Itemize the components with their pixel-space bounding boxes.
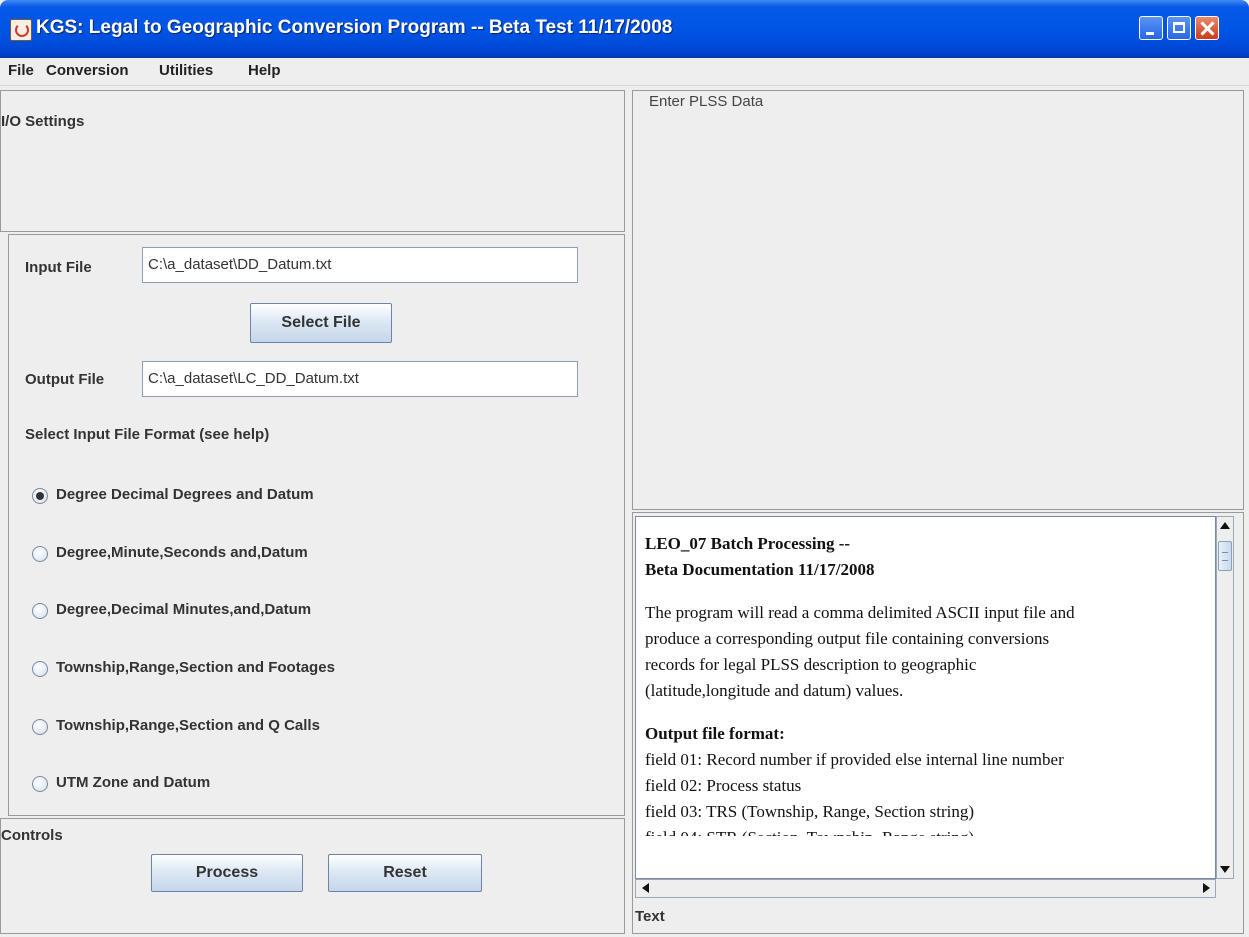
title-bar[interactable]: KGS: Legal to Geographic Conversion Prog… [0, 0, 1249, 58]
scroll-down-arrow-icon[interactable] [1217, 860, 1233, 878]
format-heading: Select Input File Format (see help) [25, 426, 270, 443]
doc-paragraph-line: The program will read a comma delimited … [645, 603, 1075, 622]
doc-field-line: field 04: STR (Section, Township, Range … [645, 825, 1215, 836]
doc-field-line: field 01: Record number if provided else… [645, 750, 1064, 769]
format-option-label: Degree Decimal Degrees and Datum [56, 486, 314, 503]
reset-button[interactable]: Reset [328, 854, 482, 892]
controls-panel: Controls [0, 818, 625, 934]
horizontal-scrollbar[interactable] [635, 879, 1216, 898]
doc-field-line: field 02: Process status [645, 776, 802, 795]
documentation-text-area[interactable]: LEO_07 Batch Processing -- Beta Document… [635, 516, 1216, 879]
menu-conversion[interactable]: Conversion [46, 62, 129, 79]
radio-unselected[interactable] [32, 546, 48, 562]
output-file-label: Output File [25, 371, 105, 388]
maximize-button[interactable] [1167, 16, 1191, 40]
java-app-icon[interactable] [10, 19, 32, 41]
format-option-label: Township,Range,Section and Footages [56, 659, 335, 676]
radio-unselected[interactable] [32, 661, 48, 677]
scroll-corner [1216, 879, 1234, 898]
text-panel-label: Text [635, 908, 665, 925]
select-file-button[interactable]: Select File [250, 303, 392, 343]
minimize-button[interactable] [1139, 16, 1163, 40]
format-option-label: Township,Range,Section and Q Calls [56, 717, 320, 734]
documentation-content: LEO_07 Batch Processing -- Beta Document… [645, 531, 1215, 836]
doc-title-line: LEO_07 Batch Processing -- [645, 534, 851, 553]
scroll-right-arrow-icon[interactable] [1197, 880, 1215, 897]
input-file-field[interactable]: C:\a_dataset\DD_Datum.txt [142, 247, 578, 283]
scroll-left-arrow-icon[interactable] [636, 880, 654, 897]
vertical-scroll-thumb[interactable] [1218, 541, 1232, 571]
radio-unselected[interactable] [32, 603, 48, 619]
process-button[interactable]: Process [151, 854, 303, 892]
radio-unselected[interactable] [32, 776, 48, 792]
input-file-label: Input File [25, 259, 92, 276]
plss-panel: Enter PLSS Data [632, 90, 1244, 510]
radio-selected[interactable] [32, 488, 48, 504]
io-settings-title: I/O Settings [1, 113, 85, 130]
doc-title-line: Beta Documentation 11/17/2008 [645, 560, 875, 579]
format-option-label: UTM Zone and Datum [56, 774, 211, 791]
doc-output-heading: Output file format: [645, 724, 785, 743]
format-option-label: Degree,Minute,Seconds and,Datum [56, 544, 308, 561]
menu-help[interactable]: Help [248, 62, 281, 79]
close-button[interactable] [1195, 16, 1219, 40]
output-file-field[interactable]: C:\a_dataset\LC_DD_Datum.txt [142, 361, 578, 397]
doc-paragraph-line: (latitude,longitude and datum) values. [645, 681, 904, 700]
window-title: KGS: Legal to Geographic Conversion Prog… [36, 17, 673, 38]
controls-title: Controls [1, 827, 63, 844]
doc-paragraph-line: records for legal PLSS description to ge… [645, 655, 977, 674]
radio-unselected[interactable] [32, 719, 48, 735]
plss-title: Enter PLSS Data [649, 93, 764, 110]
doc-field-line: field 03: TRS (Township, Range, Section … [645, 802, 975, 821]
format-option-label: Degree,Decimal Minutes,and,Datum [56, 601, 312, 618]
scroll-up-arrow-icon[interactable] [1217, 517, 1233, 535]
vertical-scrollbar[interactable] [1216, 516, 1234, 879]
menu-utilities[interactable]: Utilities [159, 62, 213, 79]
io-settings-panel: I/O Settings [0, 90, 625, 232]
menu-file[interactable]: File [8, 62, 34, 79]
menu-bar: File Conversion Utilities Help [0, 58, 1249, 86]
doc-paragraph-line: produce a corresponding output file cont… [645, 629, 1050, 648]
